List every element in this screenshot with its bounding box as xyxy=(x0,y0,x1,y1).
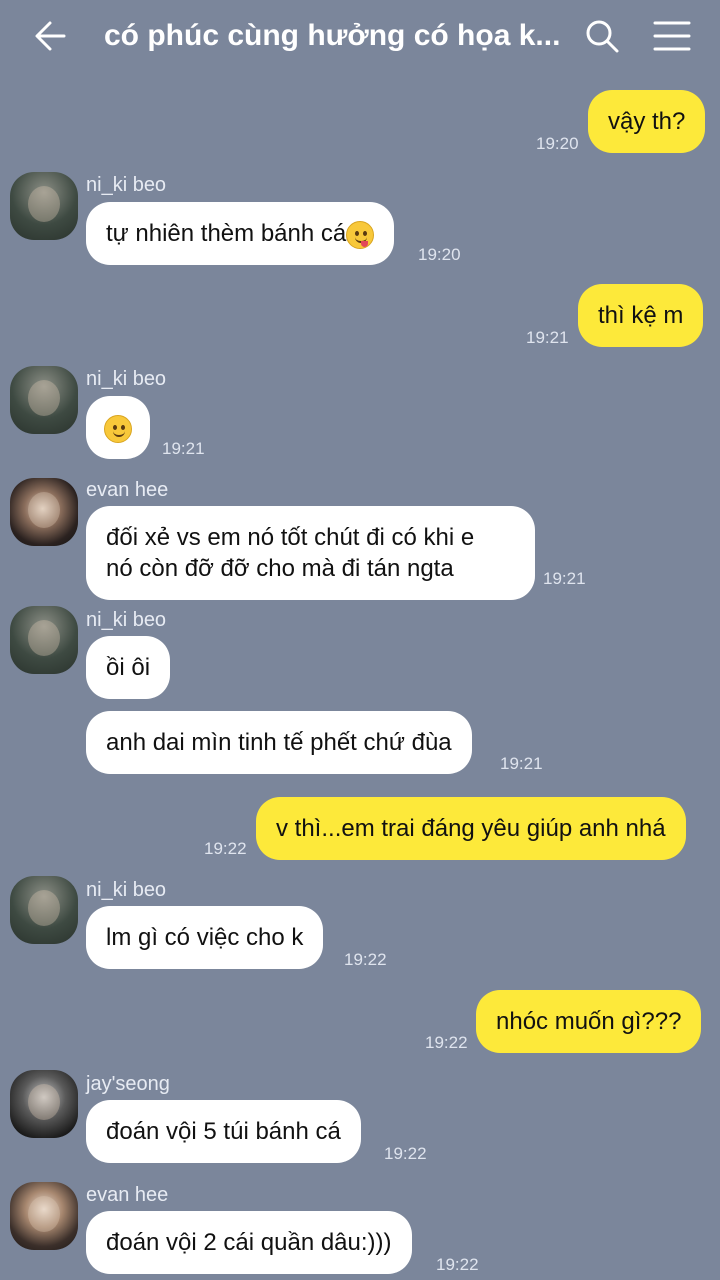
message-bubble-outgoing[interactable]: v thì...em trai đáng yêu giúp anh nhá xyxy=(256,797,686,860)
avatar-niki[interactable] xyxy=(10,172,78,240)
menu-icon xyxy=(653,21,691,51)
message-time: 19:22 xyxy=(204,839,247,858)
message-time: 19:22 xyxy=(384,1144,427,1163)
message-bubble-incoming[interactable]: ồi ôi xyxy=(86,636,171,699)
message-text: tự nhiên thèm bánh cá xyxy=(106,220,347,247)
message-bubble-incoming[interactable]: lm gì có việc cho k xyxy=(86,906,324,969)
sender-name: evan hee xyxy=(86,1184,169,1206)
message-bubble-incoming[interactable]: đối xẻ vs em nó tốt chút đi có khi e nó … xyxy=(86,506,535,600)
message-time: 19:22 xyxy=(436,1255,479,1274)
avatar-evan[interactable] xyxy=(10,1182,78,1250)
avatar-niki[interactable] xyxy=(10,366,78,434)
message-text-line: nó còn đỡ đỡ cho mà đi tán ngta xyxy=(106,555,454,582)
message-text-line: đối xẻ vs em nó tốt chút đi có khi e xyxy=(106,524,475,551)
message-bubble-outgoing[interactable]: vậy th? xyxy=(588,90,706,153)
message-bubble-outgoing[interactable]: thì kệ m xyxy=(578,284,704,347)
message-time: 19:20 xyxy=(536,134,579,153)
message-time: 19:21 xyxy=(500,754,543,773)
message-bubble-incoming[interactable]: đoán vội 2 cái quần dâu:))) xyxy=(86,1211,412,1274)
sender-name: ni_ki beo xyxy=(86,174,167,196)
sender-name: ni_ki beo xyxy=(86,368,167,390)
message-bubble-incoming[interactable]: đoán vội 5 túi bánh cá xyxy=(86,1100,361,1163)
yum-emoji-icon xyxy=(346,220,375,249)
sender-name: ni_ki beo xyxy=(86,609,167,631)
menu-button[interactable] xyxy=(652,18,692,54)
sender-name: ni_ki beo xyxy=(86,879,167,901)
search-icon xyxy=(586,20,619,53)
back-button[interactable] xyxy=(30,18,70,54)
message-time: 19:22 xyxy=(344,950,387,969)
sender-name: jay'seong xyxy=(86,1073,170,1095)
message-time: 19:21 xyxy=(543,569,586,588)
message-time: 19:21 xyxy=(162,439,205,458)
chat-title: có phúc cùng hưởng có họa k... xyxy=(104,19,561,52)
slight-smile-emoji-icon xyxy=(104,414,132,443)
avatar-niki[interactable] xyxy=(10,876,78,944)
message-time: 19:21 xyxy=(526,328,569,347)
avatar-jay[interactable] xyxy=(10,1070,78,1138)
chat-header: có phúc cùng hưởng có họa k... xyxy=(0,0,720,72)
search-button[interactable] xyxy=(582,16,622,56)
message-bubble-incoming[interactable]: tự nhiên thèm bánh cá xyxy=(86,202,395,265)
message-bubble-incoming[interactable] xyxy=(86,396,150,459)
avatar-niki[interactable] xyxy=(10,606,78,674)
back-arrow-icon xyxy=(35,21,66,51)
avatar-evan[interactable] xyxy=(10,478,78,546)
message-bubble-outgoing[interactable]: nhóc muốn gì??? xyxy=(476,990,702,1053)
sender-name: evan hee xyxy=(86,479,169,501)
message-time: 19:20 xyxy=(418,245,461,264)
message-time: 19:22 xyxy=(425,1033,468,1052)
message-bubble-incoming[interactable]: anh dai mìn tinh tế phết chứ đùa xyxy=(86,711,472,774)
